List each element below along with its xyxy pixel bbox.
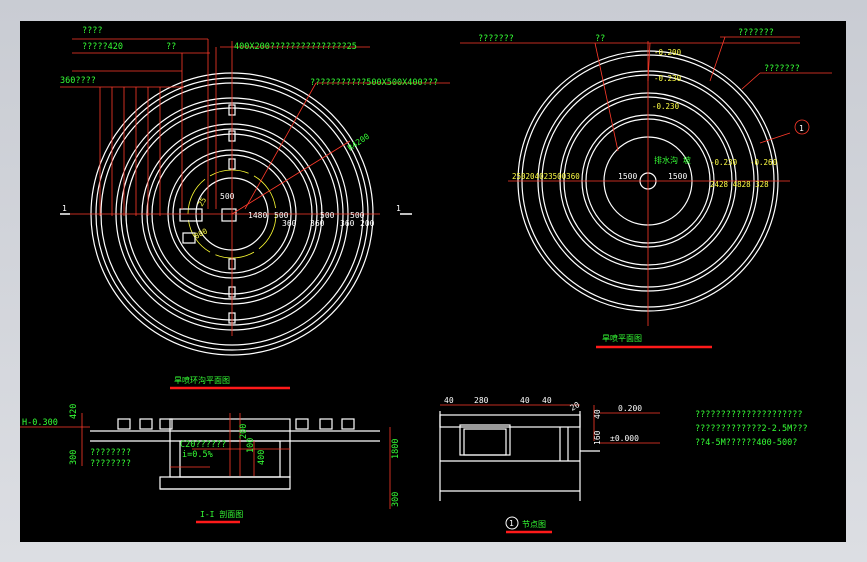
elev-5: -0.260 bbox=[750, 158, 778, 167]
detail-title: 节点图 bbox=[522, 520, 546, 529]
label-r3: ??????? bbox=[738, 28, 774, 38]
dim-1500b: 1500 bbox=[668, 172, 687, 181]
section-mark-left: 1 bbox=[62, 204, 67, 213]
center-label: 排水沟 坡 bbox=[654, 155, 691, 165]
detail-d40a: 40 bbox=[444, 396, 454, 405]
dim-500: 500 bbox=[220, 192, 235, 201]
label-l6: ???????????500X500X400??? bbox=[310, 78, 438, 88]
detail-number: 1 bbox=[509, 519, 514, 528]
label-r4: ??????? bbox=[764, 64, 800, 74]
label-l5: 360???? bbox=[60, 76, 96, 86]
left-plan: ???? ?????420 ?? 400X200???????????????2… bbox=[60, 26, 450, 390]
elev-3: -0.230 bbox=[652, 102, 680, 111]
detail-d20: 20 bbox=[569, 400, 582, 413]
detail-d40c: 40 bbox=[542, 396, 552, 405]
detail-d280: 280 bbox=[474, 396, 489, 405]
elev-1: -0.200 bbox=[654, 48, 682, 57]
detail-el-top: 0.200 bbox=[618, 404, 642, 413]
detail-el-zero: ±0.000 bbox=[610, 434, 639, 443]
right-plan-text: ??????? ?? ??????? ??????? -0.200 -0.230… bbox=[478, 28, 804, 189]
right-plan: ??????? ?? ??????? ??????? -0.200 -0.230… bbox=[460, 28, 832, 349]
dim-1480: 1480 bbox=[248, 211, 267, 220]
detail-structure bbox=[439, 411, 600, 501]
label-l4: 400X200???????????????25 bbox=[234, 42, 357, 52]
section-d300: 300 bbox=[69, 450, 79, 465]
dim-360a: 360 bbox=[282, 219, 297, 228]
section-d1800: 1800 bbox=[391, 439, 401, 459]
dims-left: 250204023500360 bbox=[512, 172, 580, 181]
section-d400: 400 bbox=[257, 450, 267, 465]
notes: ????????????????????? ?????????????2-2.5… bbox=[695, 410, 808, 448]
note-line-2: ?????????????2-2.5M??? bbox=[695, 424, 808, 434]
dim-1500a: 1500 bbox=[618, 172, 637, 181]
section-view: H-0.300 420 300 C20?????? i=0.5% ???????… bbox=[20, 404, 401, 524]
elev-2: -0.230 bbox=[654, 74, 682, 83]
left-plan-title: 旱喷环沟平面图 bbox=[174, 375, 230, 385]
dim-800: 800 bbox=[193, 226, 210, 241]
drawing-svg: ???? ?????420 ?? 400X200???????????????2… bbox=[20, 26, 832, 534]
detail-view: 40 280 40 40 20 40 0.200 ±0.000 160 1 节点… bbox=[439, 396, 660, 534]
detail-d160: 160 bbox=[593, 430, 602, 445]
detail-text: 40 280 40 40 20 40 0.200 ±0.000 160 bbox=[444, 396, 642, 445]
note-line-1: ????????????????????? bbox=[695, 410, 802, 420]
label-r1: ??????? bbox=[478, 34, 514, 44]
section-title: I-I 剖面图 bbox=[200, 509, 243, 519]
section-d100: 100 bbox=[246, 438, 256, 453]
section-slope: i=0.5% bbox=[182, 450, 213, 460]
label-radius: R4200 bbox=[346, 132, 371, 153]
label-l3: ?? bbox=[166, 42, 176, 52]
section-d300b: 300 bbox=[391, 492, 401, 507]
section-note1: ???????? bbox=[90, 448, 131, 458]
section-d420: 420 bbox=[69, 404, 79, 419]
dim-200: 200 bbox=[360, 219, 375, 228]
detail-d40d: 40 bbox=[593, 409, 602, 419]
section-mark-right: 1 bbox=[396, 204, 401, 213]
section-note2: ???????? bbox=[90, 459, 131, 469]
section-d200: 200 bbox=[239, 424, 249, 439]
dim-360b: 360 bbox=[310, 219, 325, 228]
right-plan-centerlines bbox=[460, 36, 832, 326]
cad-drawing-canvas: ???? ?????420 ?? 400X200???????????????2… bbox=[20, 21, 846, 542]
section-c20: C20?????? bbox=[180, 440, 226, 450]
detail-callout: 1 bbox=[799, 124, 804, 133]
dim-360c: 360 bbox=[340, 219, 355, 228]
note-line-3: ??4-5M??????400-500? bbox=[695, 438, 797, 448]
section-structure bbox=[90, 418, 380, 490]
dims-right: 2428 4828 328 bbox=[710, 180, 769, 189]
section-h: H-0.300 bbox=[22, 418, 58, 428]
dim-25: 25 bbox=[196, 196, 208, 208]
label-l1: ???? bbox=[82, 26, 102, 36]
detail-d40b: 40 bbox=[520, 396, 530, 405]
elev-4: -0.230 bbox=[710, 158, 738, 167]
label-r2: ?? bbox=[595, 34, 605, 44]
label-l2: ?????420 bbox=[82, 42, 123, 52]
cad-window-frame: ???? ?????420 ?? 400X200???????????????2… bbox=[0, 0, 867, 562]
right-plan-title: 旱喷平面图 bbox=[602, 333, 642, 343]
